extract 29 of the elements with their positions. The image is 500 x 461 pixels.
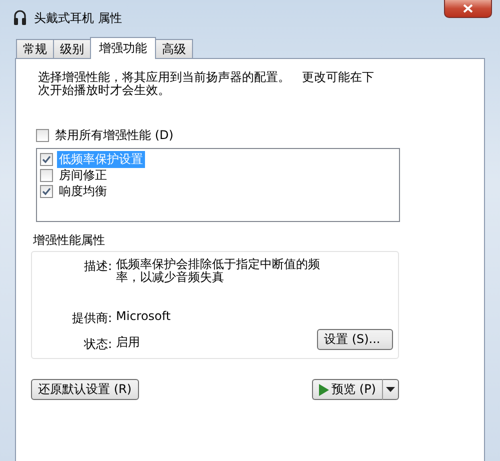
caret-icon [386, 387, 395, 392]
list-item[interactable]: 房间修正 [57, 166, 109, 184]
window-title: 头戴式耳机 属性 [34, 10, 122, 26]
headphones-icon [14, 10, 26, 26]
close-icon [463, 4, 473, 13]
description-text: 选择增强性能，将其应用到当前扬声器的配置。 更改可能在下次开始播放时才会生效。 [38, 71, 375, 97]
list-item[interactable]: 响度均衡 [57, 182, 109, 200]
restore-defaults-button[interactable]: 还原默认设置 (R) [31, 379, 139, 400]
property-value: Microsoft [116, 310, 172, 325]
property-value: 启用 [116, 336, 141, 351]
tab[interactable]: 高级 [155, 39, 193, 58]
checkbox[interactable] [40, 168, 53, 182]
checkbox[interactable] [40, 152, 53, 166]
property-label: 描述: [82, 258, 112, 275]
tab[interactable]: 级别 [53, 39, 91, 58]
property-label: 提供商: [70, 310, 112, 327]
group-title: 增强性能属性 [33, 232, 106, 249]
play-icon [318, 384, 329, 396]
property-value: 低频率保护会排除低于指定中断值的频率，以减少音频失真 [116, 258, 321, 286]
property-label: 状态: [82, 336, 112, 353]
tab[interactable]: 增强功能 [90, 37, 156, 59]
preview-button[interactable]: 预览 (P) [312, 379, 383, 400]
settings-button[interactable]: 设置 (S)... [317, 329, 393, 350]
tab[interactable]: 常规 [16, 39, 54, 58]
close-button[interactable] [444, 0, 492, 18]
checkbox[interactable] [40, 184, 53, 198]
dropdown-button[interactable] [383, 379, 399, 400]
checkbox-label[interactable]: 禁用所有增强性能 (D) [53, 126, 176, 144]
checkbox[interactable] [36, 128, 49, 142]
